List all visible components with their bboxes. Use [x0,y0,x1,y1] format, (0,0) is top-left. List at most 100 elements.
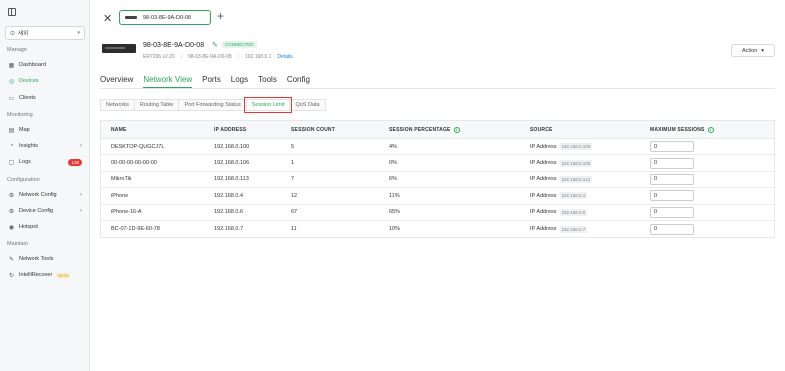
dashboard-icon: ▦ [8,62,15,69]
close-icon[interactable]: ✕ [103,12,112,25]
table-row: iPhone 192.168.0.4 12 11% IP Address 192.168.… [101,188,774,205]
sidebar-item-devices[interactable]: ◎ Devices [5,75,85,87]
beta-badge: BETA [56,272,71,278]
details-link[interactable]: Details [277,54,292,60]
column-header-session-count: SESSION COUNT [291,126,335,133]
sidebar-item-map[interactable]: ▤ Map [5,124,85,136]
max-sessions-input[interactable]: 0 [650,223,694,235]
cell-source: IP Address 192.168.0.106 [530,159,593,167]
sidebar-item-label: Network Tools [19,256,54,262]
subtab-networks[interactable]: Networks [100,99,135,111]
sidebar-item-network-config[interactable]: ⚙ Network Config › [5,189,85,201]
tab-overview[interactable]: Overview [100,75,133,88]
tab-tools[interactable]: Tools [258,75,277,88]
cell-max-sessions: 0 [650,190,694,202]
device-model: ER7206 v2.20 [143,54,175,60]
sidebar-item-logs[interactable]: ▢ Logs 136 [5,156,85,168]
cell-ip: 192.168.0.6 [214,209,244,216]
tab-logs[interactable]: Logs [231,75,248,88]
action-button-label: Action [741,47,758,54]
tab-ports[interactable]: Ports [202,75,221,88]
sidebar-item-clients[interactable]: ▭ Clients [5,92,85,104]
sidebar-item-label: Hotspot [19,224,38,230]
device-meta: ER7206 v2.20 | 98-03-8E-9A-D0-08 | 192.1… [143,54,293,60]
max-sessions-input[interactable]: 0 [650,173,694,185]
subtab-port-forwarding-status[interactable]: Port Forwarding Status [178,99,247,111]
chevron-right-icon: › [80,143,82,149]
source-ip-chip: 192.168.0.7 [559,225,588,233]
table-row: BC-07-1D-9E-60-78 192.168.0.7 11 10% IP Addr… [101,221,774,237]
device-ip: 192.168.0.1 [244,54,272,60]
site-selector[interactable]: ⊙ 새위 ▾ [5,26,85,40]
chevron-right-icon: › [80,208,82,214]
cell-name: iPhone-16-A [111,209,142,216]
cell-session-percentage: 11% [389,192,400,199]
map-icon: ▤ [8,127,15,134]
tab-config[interactable]: Config [287,75,310,88]
cell-ip: 192.168.0.7 [214,226,244,233]
section-maintain: Maintain [7,241,28,247]
sidebar-item-network-tools[interactable]: ✎ Network Tools [5,253,85,265]
logs-count-badge: 136 [68,158,82,166]
sidebar-item-dashboard[interactable]: ▦ Dashboard [5,59,85,71]
max-sessions-input[interactable]: 0 [650,141,694,153]
sub-tabs: Networks Routing Table Port Forwarding S… [100,97,326,113]
session-limit-table: NAME IP ADDRESS SESSION COUNT SESSION PE… [100,120,775,239]
subtab-qos-data[interactable]: QoS Data [289,99,326,111]
sidebar-item-label: Logs [19,159,31,165]
max-sessions-input[interactable]: 0 [650,157,694,169]
sidebar-item-label: Insights [19,143,38,149]
column-header-label: SESSION PERCENTAGE [389,126,451,133]
source-label: IP Address [530,226,557,233]
column-header-max-sessions: MAXIMUM SESSIONS i [650,126,714,133]
info-icon[interactable]: i [453,126,460,133]
divider: | [180,54,183,60]
subtab-session-limit[interactable]: Session Limit [243,97,293,113]
action-button[interactable]: Action ▾ [731,44,775,57]
cell-session-count: 5 [291,143,295,150]
tab-network-view[interactable]: Network View [143,75,193,88]
sidebar-item-device-config[interactable]: ⚙ Device Config › [5,205,85,217]
cell-name: MikroTik [111,176,132,183]
sidebar-item-insights[interactable]: ◔ Insights › [5,140,85,152]
cell-max-sessions: 0 [650,223,694,235]
add-tab-icon[interactable]: + [217,9,224,23]
cell-session-count: 1 [291,160,295,167]
main-tabs: Overview Network View Ports Logs Tools C… [100,75,320,88]
cell-source: IP Address 192.168.0.113 [530,175,592,183]
max-sessions-input[interactable]: 0 [650,190,694,202]
cell-session-count: 7 [291,176,295,183]
cell-name: BC-07-1D-9E-60-78 [111,226,160,233]
max-sessions-input[interactable]: 0 [650,206,694,218]
cell-session-percentage: 10% [389,226,401,233]
logs-icon: ▢ [8,159,15,166]
source-label: IP Address [530,160,557,167]
info-icon[interactable]: i [707,126,714,133]
cell-session-percentage: 0% [389,160,397,167]
sidebar-toggle-icon[interactable] [8,8,16,16]
network-config-icon: ⚙ [8,192,15,199]
edit-icon[interactable]: ✎ [212,41,218,49]
device-tab[interactable]: 98-03-8E-9A-D0-08 [119,10,211,25]
cell-source: IP Address 192.168.0.100 [530,143,593,151]
sidebar-item-hotspot[interactable]: ◉ Hotspot [5,221,85,233]
table-header: NAME IP ADDRESS SESSION COUNT SESSION PE… [101,121,774,139]
source-ip-chip: 192.168.0.113 [559,175,592,183]
cell-source: IP Address 192.168.0.6 [530,208,588,216]
table-body: DESKTOP-QUGCJ7L 192.168.0.100 5 4% IP Addres… [101,139,774,237]
cell-ip: 192.168.0.100 [214,143,250,150]
source-label: IP Address [530,143,557,150]
device-config-icon: ⚙ [8,208,15,215]
source-ip-chip: 192.168.0.100 [559,143,593,151]
insights-icon: ◔ [9,143,14,149]
cell-source: IP Address 192.168.0.4 [530,192,588,200]
section-monitoring: Monitoring [7,112,33,118]
cell-ip: 192.168.0.4 [214,192,244,199]
section-manage: Manage [7,47,27,53]
subtab-routing-table[interactable]: Routing Table [133,99,180,111]
sidebar-item-intellirecover[interactable]: ↻ IntelliRecover BETA [5,269,85,281]
cell-max-sessions: 0 [650,173,694,185]
sidebar-item-label: Network Config [19,192,57,198]
cell-max-sessions: 0 [650,141,694,153]
section-configuration: Configuration [7,177,40,183]
